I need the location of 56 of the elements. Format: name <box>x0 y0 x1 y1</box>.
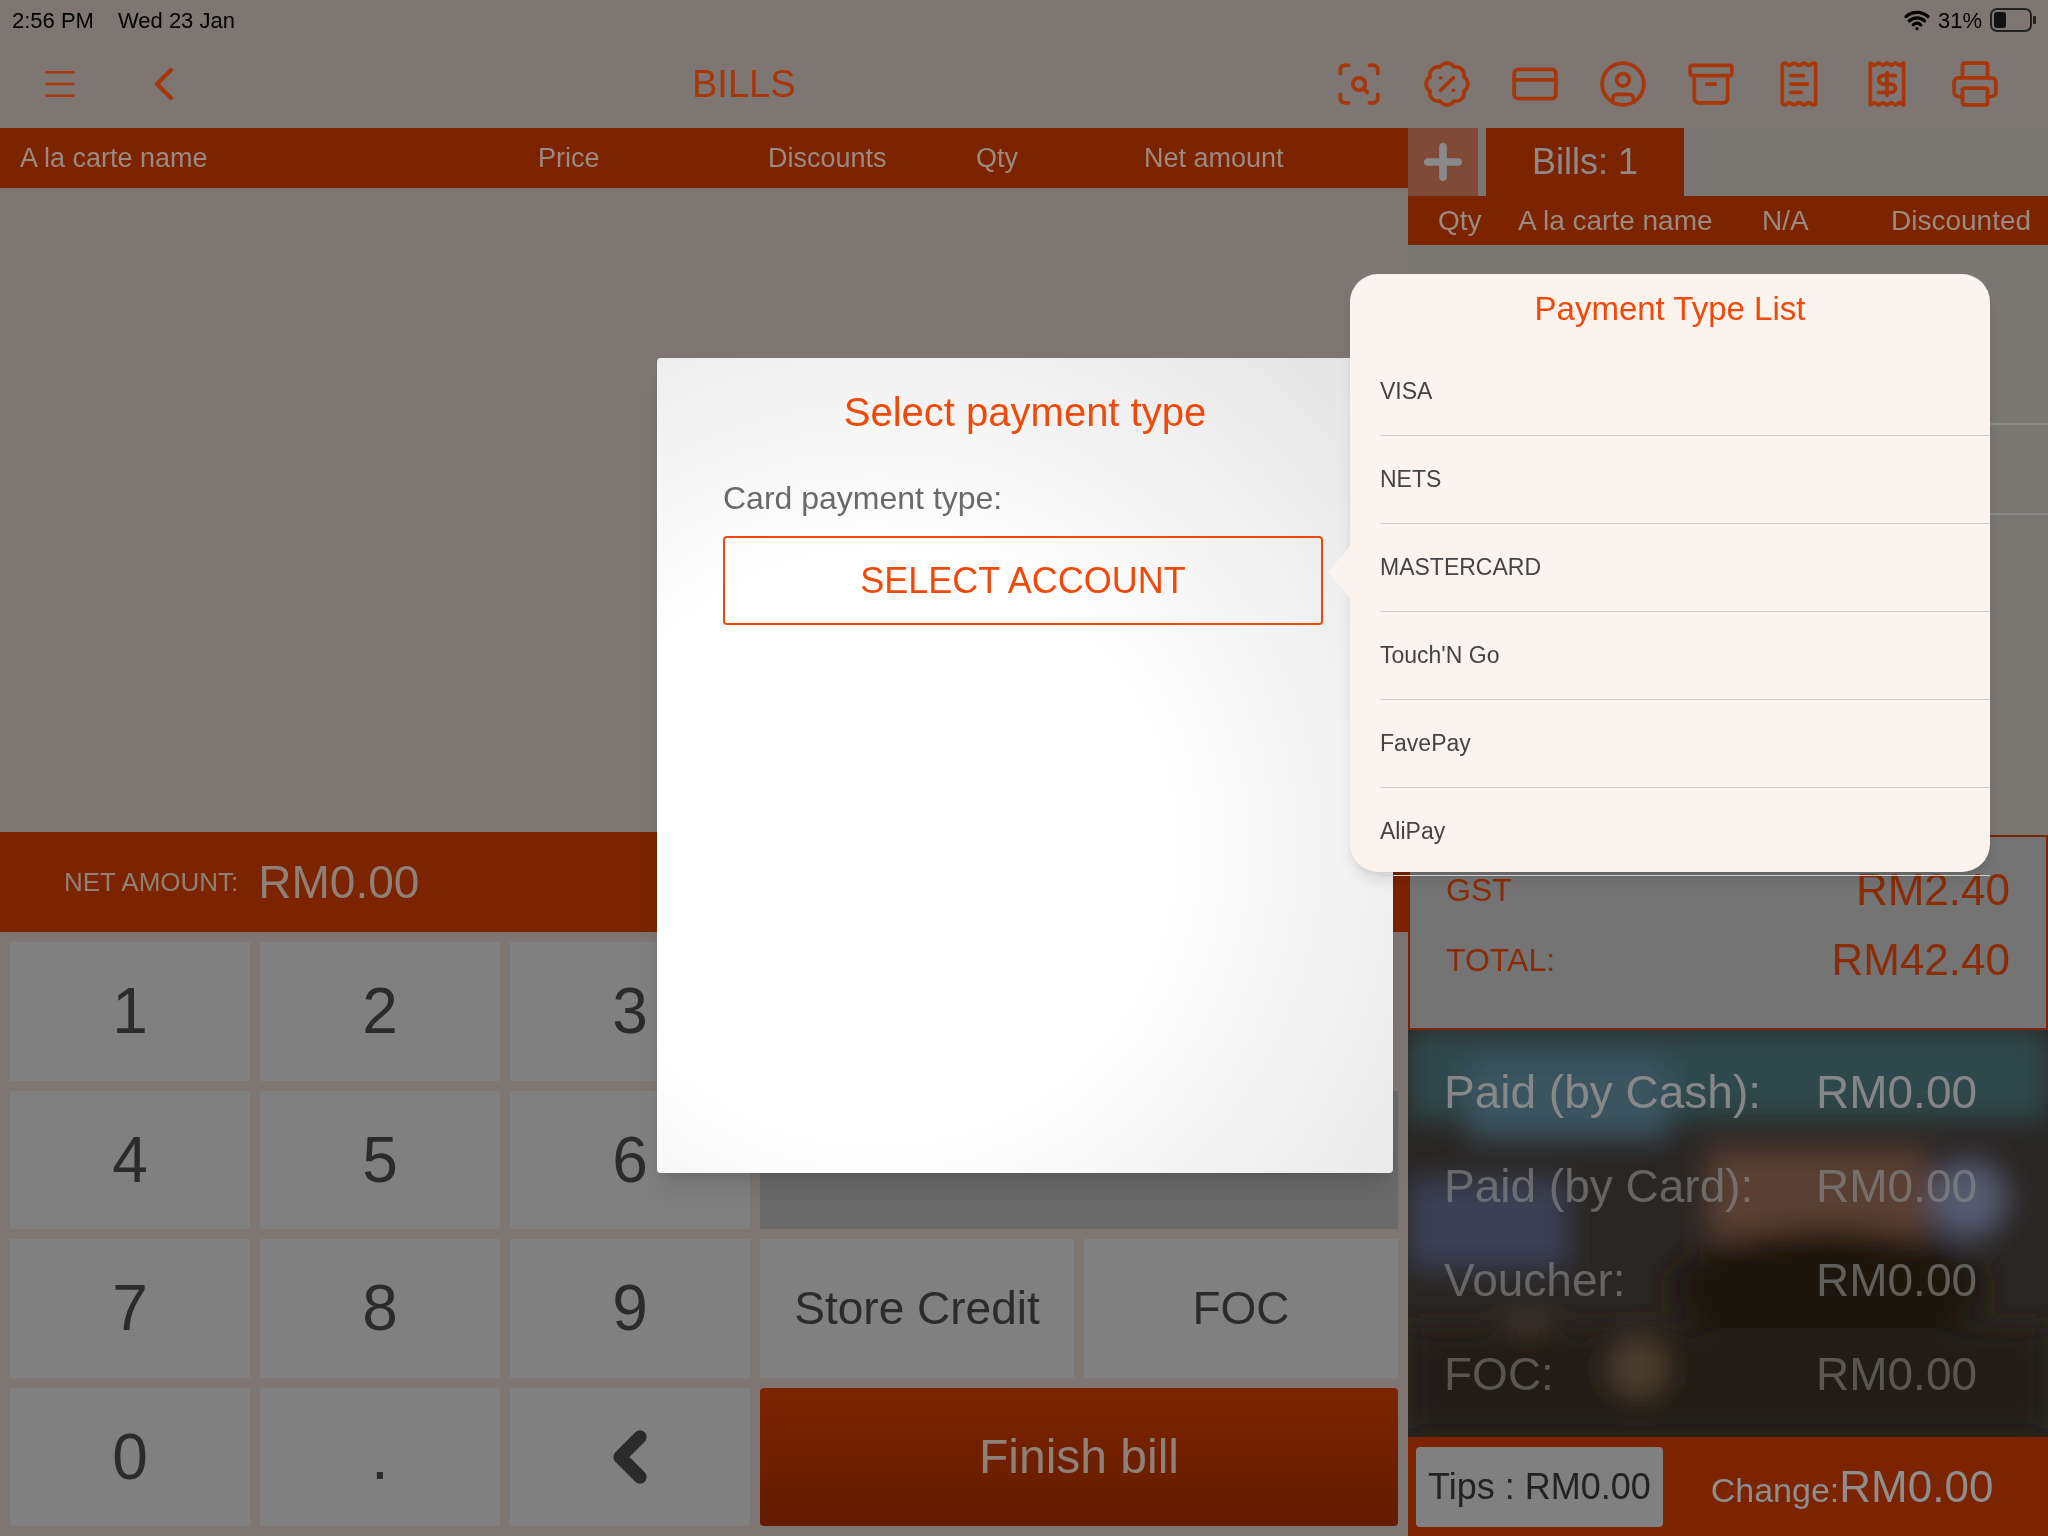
column-header: A la carte name <box>20 141 208 175</box>
payment-value: RM0.00 <box>1816 1346 1978 1402</box>
payment-type-item[interactable]: NETS <box>1380 435 1990 524</box>
column-header: Discounted <box>1891 203 2032 238</box>
battery-icon <box>1990 8 2036 32</box>
column-header: Net amount <box>1144 141 1284 175</box>
keypad-key[interactable]: 0 <box>10 1387 250 1526</box>
net-amount-value: RM0.00 <box>258 854 420 910</box>
printer-icon[interactable] <box>1950 59 2000 109</box>
bill-tab[interactable]: Bills: 1 <box>1486 128 1684 196</box>
net-amount-label: NET AMOUNT: <box>64 865 239 899</box>
payment-label: FOC: <box>1444 1346 1555 1402</box>
payment-value: RM0.00 <box>1816 1252 1978 1308</box>
column-header: Qty <box>1438 203 1482 238</box>
keypad-key[interactable]: 1 <box>10 942 250 1081</box>
totals-value: RM42.40 <box>1831 934 2010 986</box>
dialog-title: Select payment type <box>843 389 1207 436</box>
keypad-key[interactable]: 5 <box>260 1090 500 1229</box>
finish-bill-button[interactable]: Finish bill <box>760 1387 1398 1526</box>
status-time: 2:56 PM <box>12 6 94 35</box>
payment-type-item[interactable]: VISA <box>1380 347 1990 436</box>
column-header: Qty <box>976 141 1018 175</box>
battery-level: 31% <box>1937 6 1982 35</box>
payment-value: RM0.00 <box>1816 1065 1978 1121</box>
payment-label: Paid (by Card): <box>1444 1159 1755 1215</box>
popover-title: Payment Type List <box>1534 289 1806 329</box>
change-value: RM0.00 <box>1839 1460 1994 1513</box>
status-date: Wed 23 Jan <box>117 6 235 35</box>
payment-option-button[interactable]: Store Credit <box>760 1239 1074 1378</box>
select-account-button[interactable]: SELECT ACCOUNT <box>723 536 1323 625</box>
keypad-key[interactable]: 2 <box>260 942 500 1081</box>
keypad-key[interactable]: 9 <box>510 1239 750 1378</box>
field-label: Card payment type: <box>723 479 1004 518</box>
column-header: A la carte name <box>1518 203 1713 238</box>
payment-option-button[interactable]: FOC <box>1084 1239 1398 1378</box>
backspace-key[interactable] <box>510 1387 750 1526</box>
payment-label: Voucher: <box>1444 1252 1627 1308</box>
percent-badge-icon[interactable] <box>1422 59 1472 109</box>
tips-button[interactable]: Tips : RM0.00 <box>1416 1446 1663 1527</box>
keypad-key[interactable]: 8 <box>260 1239 500 1378</box>
add-bill-button[interactable] <box>1408 128 1478 196</box>
column-header: N/A <box>1762 203 1809 238</box>
payment-type-item[interactable]: Touch'N Go <box>1380 611 1990 700</box>
keypad-key[interactable]: 7 <box>10 1239 250 1378</box>
change-label: Change: <box>1710 1469 1840 1511</box>
payment-type-item[interactable]: FavePay <box>1380 699 1990 788</box>
user-icon[interactable] <box>1598 59 1648 109</box>
column-header: Price <box>538 141 600 175</box>
keypad-key[interactable]: 4 <box>10 1090 250 1229</box>
payment-type-item[interactable]: AliPay <box>1380 787 1990 876</box>
payment-label: Paid (by Cash): <box>1444 1065 1762 1121</box>
keypad-key[interactable]: . <box>260 1387 500 1526</box>
column-header: Discounts <box>768 141 887 175</box>
page-title: BILLS <box>692 61 796 107</box>
totals-label: TOTAL: <box>1446 941 1556 980</box>
payment-type-item[interactable]: MASTERCARD <box>1380 523 1990 612</box>
